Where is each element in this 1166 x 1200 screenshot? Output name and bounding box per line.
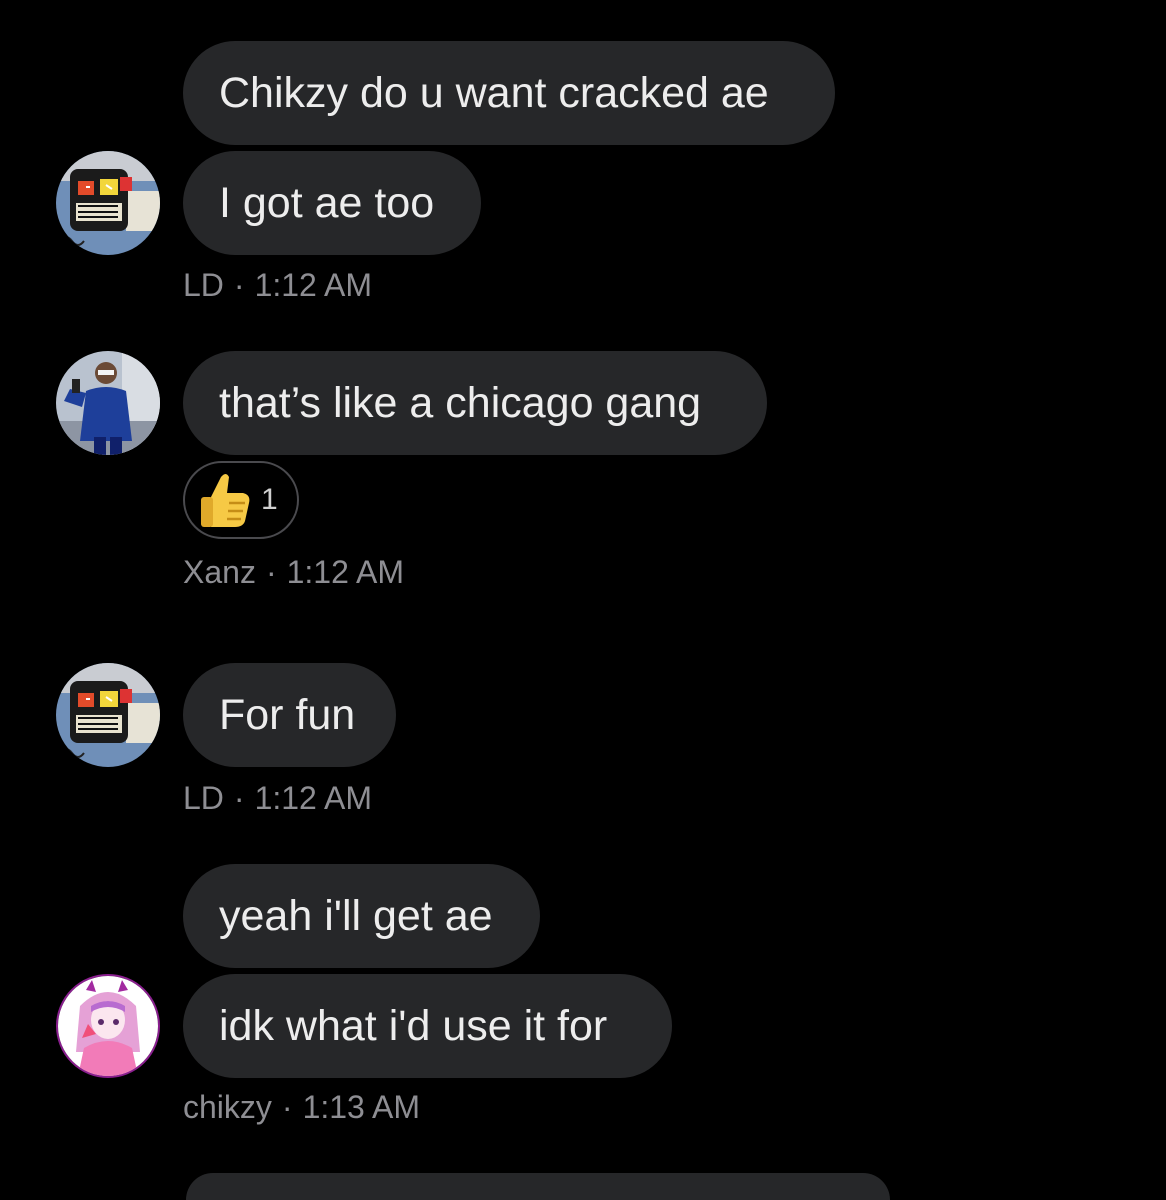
message-meta: LD · 1:12 AM: [183, 267, 372, 304]
message-text: Chikzy do u want cracked ae: [219, 68, 769, 117]
timestamp: 1:12 AM: [286, 554, 404, 590]
sender-name[interactable]: LD: [183, 780, 224, 816]
message-meta: chikzy · 1:13 AM: [183, 1089, 420, 1126]
anime-girl-avatar-icon: [58, 976, 158, 1076]
avatar-xanz[interactable]: [56, 351, 160, 455]
avatar-chikzy[interactable]: [56, 974, 160, 1078]
separator-dot: ·: [281, 1089, 293, 1125]
reaction-pill[interactable]: 1: [183, 461, 299, 539]
selfie-person-avatar-icon: [56, 351, 160, 455]
timestamp: 1:12 AM: [254, 780, 372, 816]
avatar-ld[interactable]: [56, 663, 160, 767]
timestamp: 1:12 AM: [254, 267, 372, 303]
basquiat-skull-avatar-icon: [56, 663, 160, 767]
sender-name[interactable]: chikzy: [183, 1089, 272, 1125]
sender-name[interactable]: LD: [183, 267, 224, 303]
separator-dot: ·: [233, 780, 245, 816]
separator-dot: ·: [233, 267, 245, 303]
message-bubble[interactable]: idk what i'd use it for: [183, 974, 672, 1078]
message-bubble[interactable]: For fun: [183, 663, 396, 767]
message-text: idk what i'd use it for: [219, 1001, 608, 1050]
message-meta: Xanz · 1:12 AM: [183, 554, 404, 591]
message-text: yeah i'll get ae: [219, 891, 493, 940]
message-bubble[interactable]: yeah i'll get ae: [183, 864, 540, 968]
message-bubble[interactable]: I got ae too: [183, 151, 481, 255]
message-meta: LD · 1:12 AM: [183, 780, 372, 817]
sender-name[interactable]: Xanz: [183, 554, 256, 590]
basquiat-skull-avatar-icon: [56, 151, 160, 255]
message-bubble[interactable]: Chikzy do u want cracked ae: [183, 41, 835, 145]
message-text: that’s like a chicago gang: [219, 378, 702, 427]
message-text: For fun: [219, 690, 356, 739]
reaction-count: 1: [261, 483, 278, 516]
timestamp: 1:13 AM: [302, 1089, 420, 1125]
separator-dot: ·: [265, 554, 277, 590]
message-bubble[interactable]: that’s like a chicago gang: [183, 351, 767, 455]
avatar-ld[interactable]: [56, 151, 160, 255]
message-text: I got ae too: [219, 178, 435, 227]
message-bubble-partial[interactable]: [186, 1173, 890, 1200]
thumbs-up-icon: [201, 474, 250, 527]
